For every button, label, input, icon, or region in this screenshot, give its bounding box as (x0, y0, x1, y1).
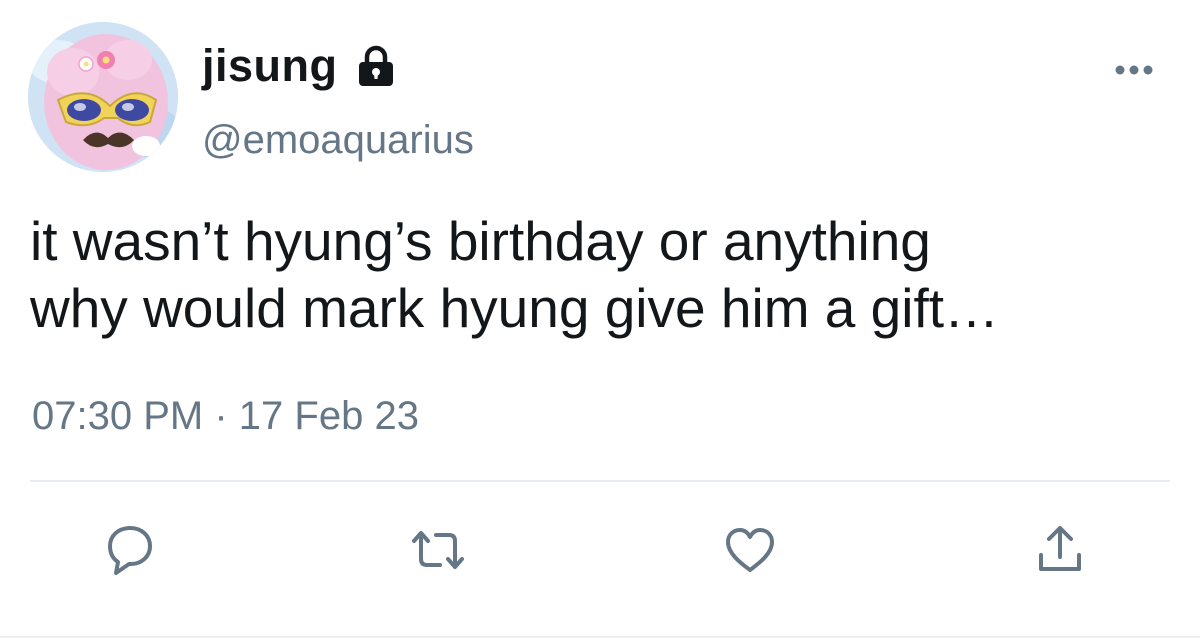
tweet-text: it wasn’t hyung’s birthday or anything w… (30, 208, 1180, 342)
user-handle[interactable]: @emoaquarius (202, 118, 474, 163)
heart-icon (726, 528, 774, 572)
divider (30, 480, 1170, 482)
tweet-time[interactable]: 07:30 PM (32, 394, 203, 438)
tweet-date[interactable]: 17 Feb 23 (239, 394, 419, 438)
user-name-row: jisung (202, 36, 396, 96)
share-icon (1039, 526, 1081, 571)
meta-separator: · (214, 394, 228, 438)
retweet-icon (412, 531, 464, 569)
tweet-timestamp: 07:30 PM · 17 Feb 23 (32, 394, 419, 439)
avatar-image (28, 22, 178, 172)
avatar[interactable] (28, 22, 178, 172)
reply-icon (108, 526, 152, 575)
tweet-card: jisung @emoaquarius it wasn’t hyung’s bi… (0, 0, 1200, 638)
tweet-text-line: it wasn’t hyung’s birthday or anything (30, 210, 931, 272)
share-button[interactable] (1030, 520, 1090, 580)
lock-icon (356, 44, 396, 88)
retweet-button[interactable] (408, 520, 468, 580)
tweet-actions (0, 520, 1200, 580)
reply-button[interactable] (100, 520, 160, 580)
more-icon[interactable] (1112, 58, 1156, 82)
display-name[interactable]: jisung (202, 40, 338, 92)
like-button[interactable] (720, 520, 780, 580)
tweet-text-line: why would mark hyung give him a gift… (30, 277, 1000, 339)
